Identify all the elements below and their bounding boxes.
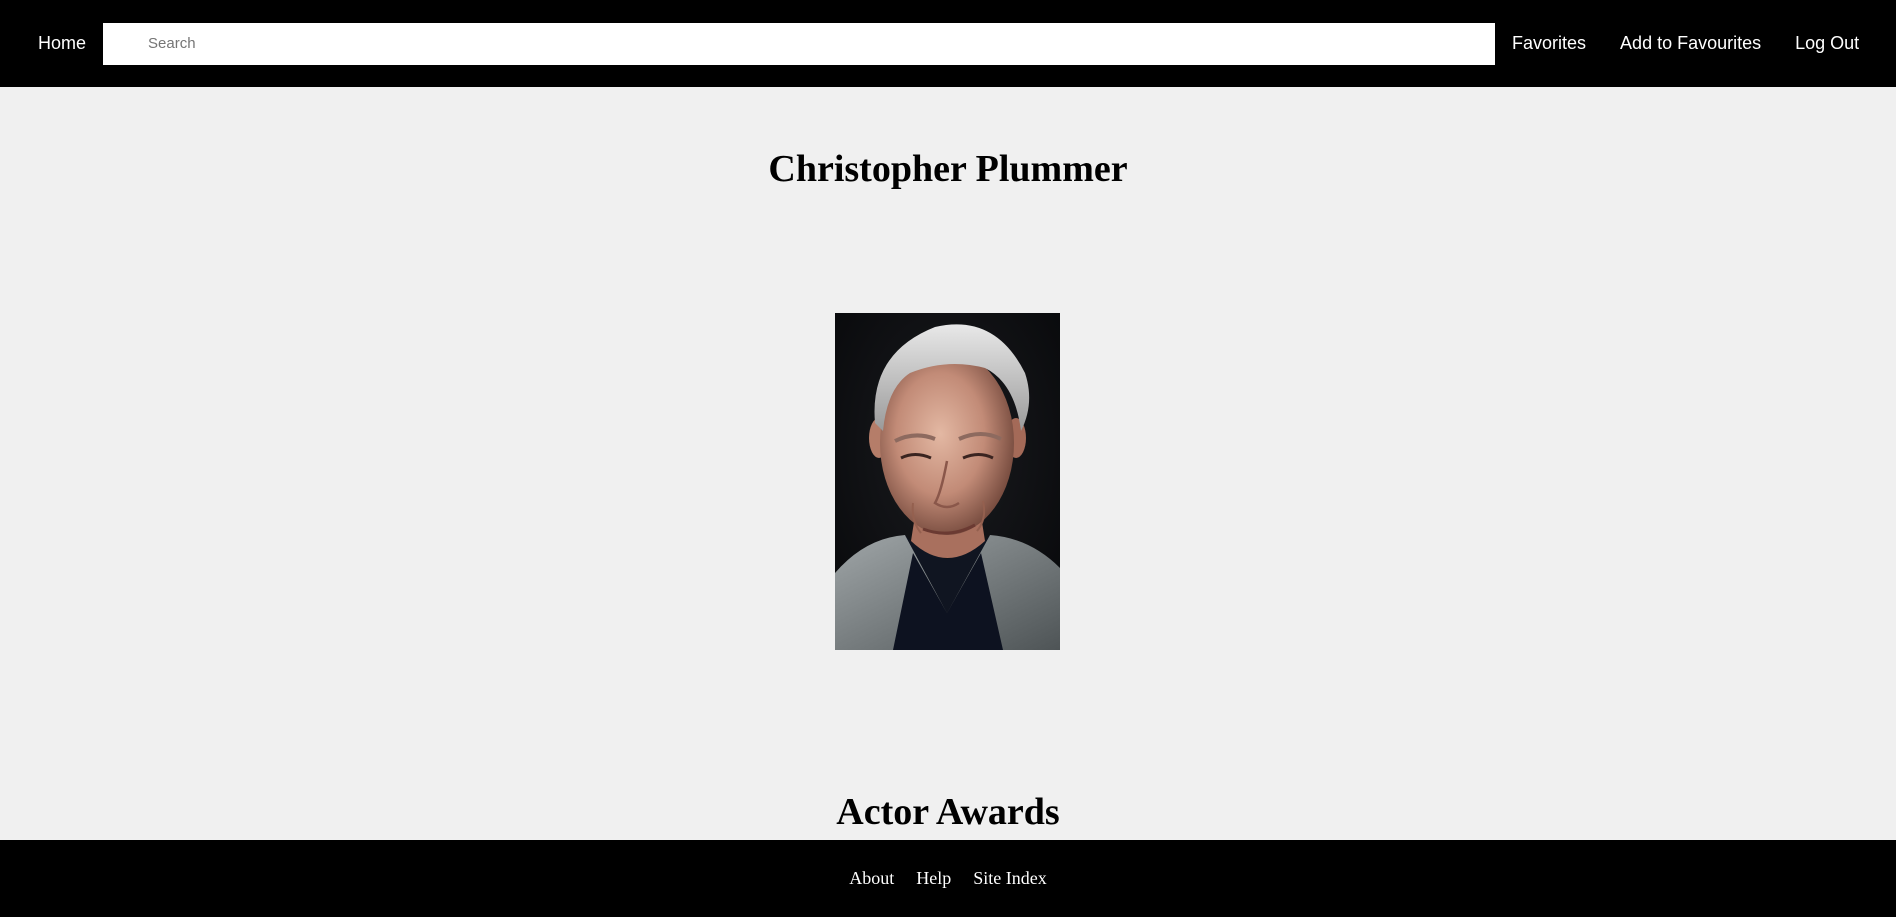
footer-about-link[interactable]: About [849,868,894,889]
nav-favorites-link[interactable]: Favorites [1512,33,1586,54]
actor-awards-heading: Actor Awards [836,791,1060,833]
nav-right-links: Favorites Add to Favourites Log Out [1512,33,1859,54]
actor-name-heading: Christopher Plummer [768,148,1128,190]
nav-add-to-favourites-link[interactable]: Add to Favourites [1620,33,1761,54]
actor-main-content: Christopher Plummer Actor Awards [0,87,1896,840]
footer-help-link[interactable]: Help [916,868,951,889]
actor-portrait-image [835,313,1060,650]
top-navbar: Home Favorites Add to Favourites Log Out [0,0,1896,87]
footer-site-index-link[interactable]: Site Index [973,868,1047,889]
search-input[interactable] [103,22,1496,65]
site-footer: About Help Site Index [0,840,1896,917]
nav-log-out-link[interactable]: Log Out [1795,33,1859,54]
nav-home-link[interactable]: Home [38,33,86,54]
